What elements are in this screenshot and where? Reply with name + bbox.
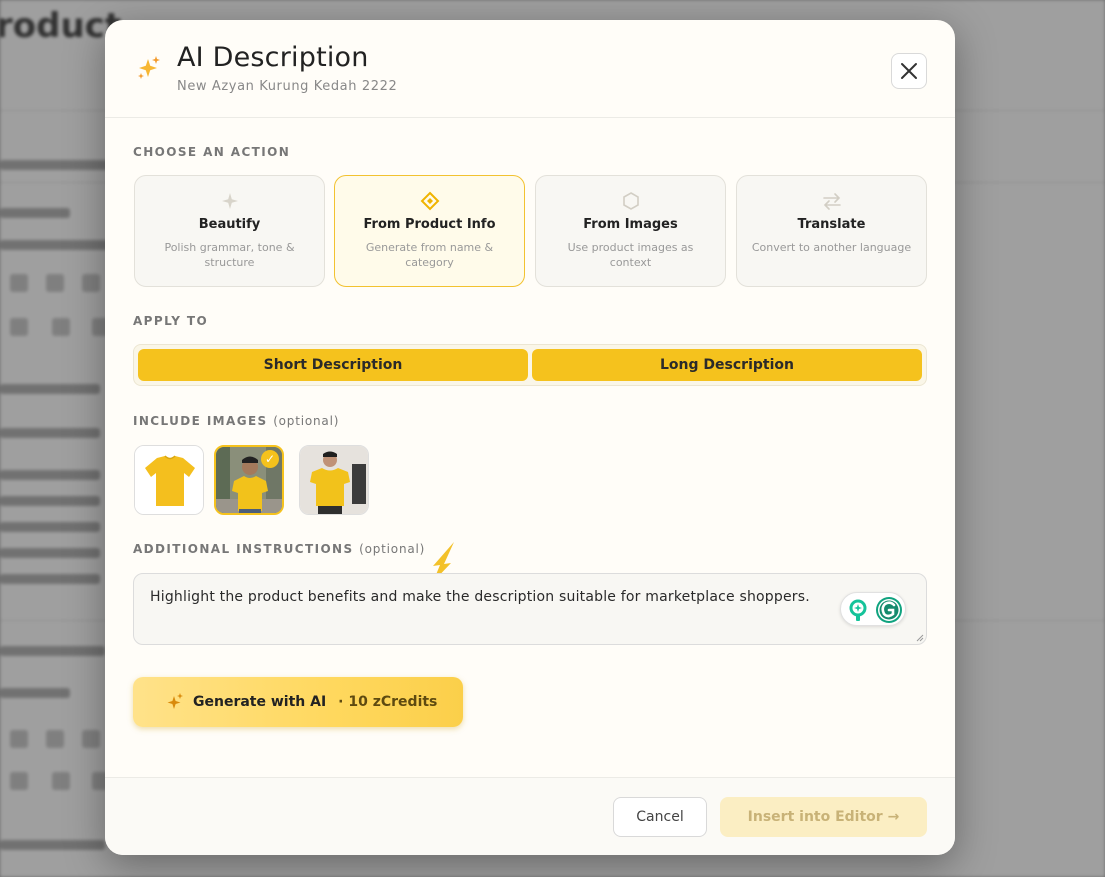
additional-instructions-label-text: ADDITIONAL INSTRUCTIONS xyxy=(133,542,354,556)
close-button[interactable] xyxy=(891,53,927,89)
action-card-from-product-info[interactable]: From Product Info Generate from name & c… xyxy=(334,175,525,287)
apply-long-description-button[interactable]: Long Description xyxy=(532,349,922,381)
additional-instructions-value: Highlight the product benefits and make … xyxy=(150,589,810,605)
generate-button-label: Generate with AI xyxy=(193,694,327,710)
action-card-description: Polish grammar, tone & structure xyxy=(164,241,295,269)
apply-short-description-button[interactable]: Short Description xyxy=(138,349,528,381)
cancel-button[interactable]: Cancel xyxy=(613,797,707,837)
include-images-label-text: INCLUDE IMAGES xyxy=(133,414,268,428)
yellow-tshirt-image xyxy=(135,446,203,514)
optional-hint: (optional) xyxy=(273,414,340,428)
action-card-description: Generate from name & category xyxy=(365,241,494,269)
generate-credits-cost: · 10 zCredits xyxy=(338,694,438,710)
action-card-title: Translate xyxy=(797,217,866,232)
modal-header: AI Description New Azyan Kurung Kedah 22… xyxy=(105,20,955,118)
action-card-translate[interactable]: Translate Convert to another language xyxy=(736,175,927,287)
action-card-title: Beautify xyxy=(198,217,261,232)
action-card-description: Use product images as context xyxy=(567,241,694,269)
modal-title: AI Description xyxy=(177,42,369,73)
apply-to-toggle-group: Short Description Long Description xyxy=(133,344,927,386)
model-holding-tshirt-image xyxy=(300,446,368,514)
include-images-label: INCLUDE IMAGES (optional) xyxy=(133,414,339,428)
sparkle-icon xyxy=(221,193,238,209)
action-card-title: From Product Info xyxy=(363,217,496,232)
grammarly-icon xyxy=(849,597,902,623)
action-card-title: From Images xyxy=(583,217,678,232)
sparkles-icon xyxy=(138,56,160,79)
grammarly-widget[interactable] xyxy=(840,592,906,626)
image-thumbnail-model-street[interactable]: ✓ xyxy=(214,445,284,515)
diamond-icon xyxy=(420,191,439,211)
ai-description-modal: AI Description New Azyan Kurung Kedah 22… xyxy=(105,20,955,855)
modal-subtitle: New Azyan Kurung Kedah 2222 xyxy=(177,79,398,94)
resize-handle-icon[interactable] xyxy=(914,632,924,642)
arrows-swap-icon xyxy=(822,193,841,210)
insert-into-editor-button[interactable]: Insert into Editor → xyxy=(720,797,927,837)
hexagon-icon xyxy=(622,192,639,210)
action-card-description: Convert to another language xyxy=(751,241,912,254)
generate-with-ai-button[interactable]: Generate with AI · 10 zCredits xyxy=(133,677,463,727)
action-card-from-images[interactable]: From Images Use product images as contex… xyxy=(535,175,726,287)
image-thumbnail-model-holding-tshirt[interactable] xyxy=(299,445,369,515)
choose-action-label: CHOOSE AN ACTION xyxy=(133,145,291,159)
action-card-beautify[interactable]: Beautify Polish grammar, tone & structur… xyxy=(134,175,325,287)
image-thumbnail-yellow-tshirt[interactable] xyxy=(134,445,204,515)
additional-instructions-label: ADDITIONAL INSTRUCTIONS (optional) xyxy=(133,542,425,556)
modal-footer: Cancel Insert into Editor → xyxy=(105,777,955,855)
selected-check-icon: ✓ xyxy=(261,450,279,468)
optional-hint: (optional) xyxy=(359,542,426,556)
close-icon xyxy=(901,63,917,79)
sparkles-icon xyxy=(167,693,183,709)
additional-instructions-textarea[interactable]: Highlight the product benefits and make … xyxy=(133,573,927,645)
apply-to-label: APPLY TO xyxy=(133,314,209,328)
